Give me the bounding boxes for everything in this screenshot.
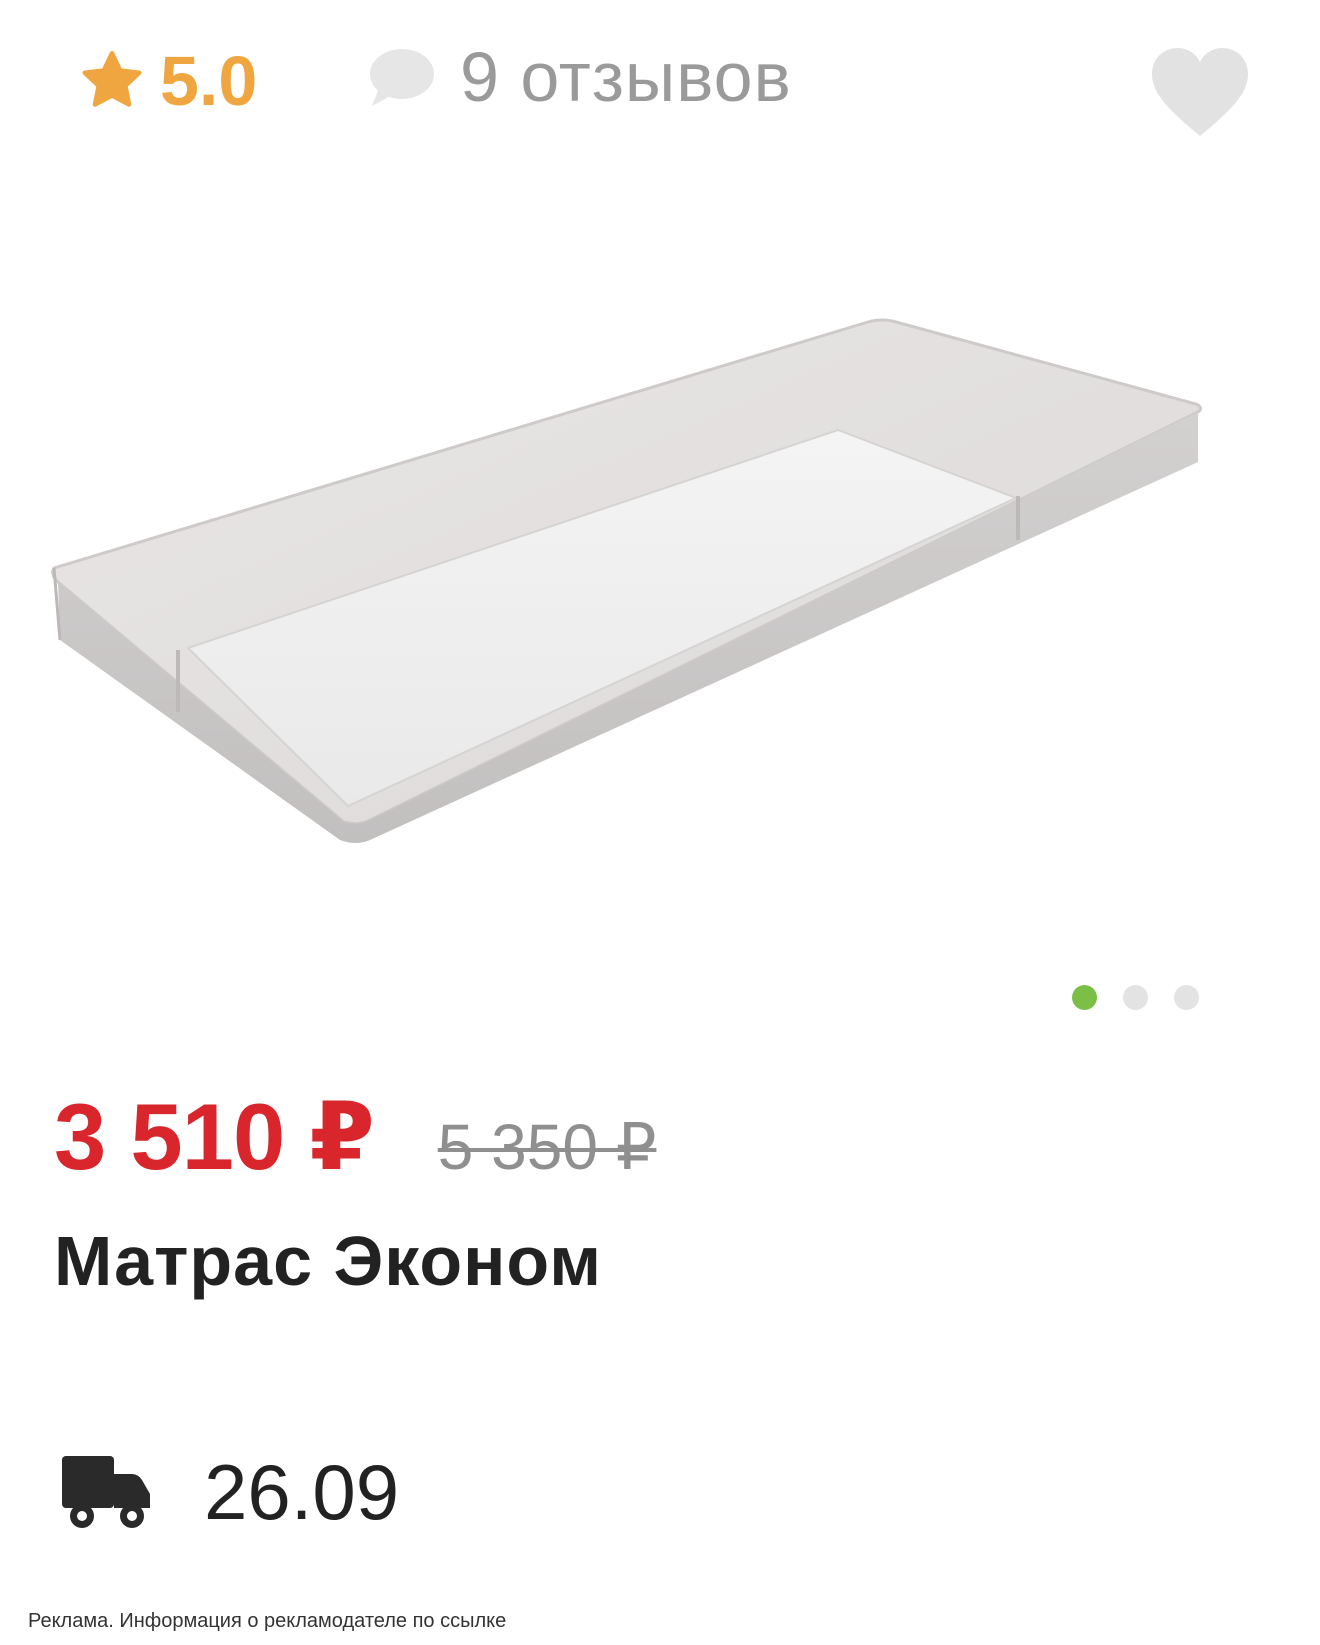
truck-icon: [60, 1450, 152, 1534]
heart-icon[interactable]: [1148, 44, 1252, 140]
mattress-photo: [51, 318, 1203, 843]
rating-value: 5.0: [160, 42, 258, 120]
product-image[interactable]: [48, 300, 1260, 900]
speech-bubble-icon: [364, 46, 436, 108]
price-current: 3 510 ₽: [54, 1084, 375, 1189]
carousel-dot-1[interactable]: [1072, 985, 1097, 1010]
carousel-dot-3[interactable]: [1174, 985, 1199, 1010]
reviews-count: 9 отзывов: [460, 38, 792, 116]
carousel-dot-2[interactable]: [1123, 985, 1148, 1010]
rating[interactable]: 5.0: [78, 46, 257, 116]
carousel-dots: [1072, 985, 1199, 1010]
delivery-date: 26.09: [204, 1448, 400, 1536]
ad-disclaimer[interactable]: Реклама. Информация о рекламодателе по с…: [28, 1611, 506, 1631]
price-row: 3 510 ₽ 5 350 ₽: [54, 1090, 656, 1184]
star-icon: [78, 47, 146, 115]
reviews-link[interactable]: 9 отзывов: [364, 42, 792, 112]
product-header-row: 5.0 9 отзывов: [78, 36, 1254, 154]
price-old: 5 350 ₽: [437, 1111, 657, 1183]
product-title[interactable]: Матрас Эконом: [54, 1226, 602, 1296]
delivery-info: 26.09: [60, 1450, 399, 1534]
